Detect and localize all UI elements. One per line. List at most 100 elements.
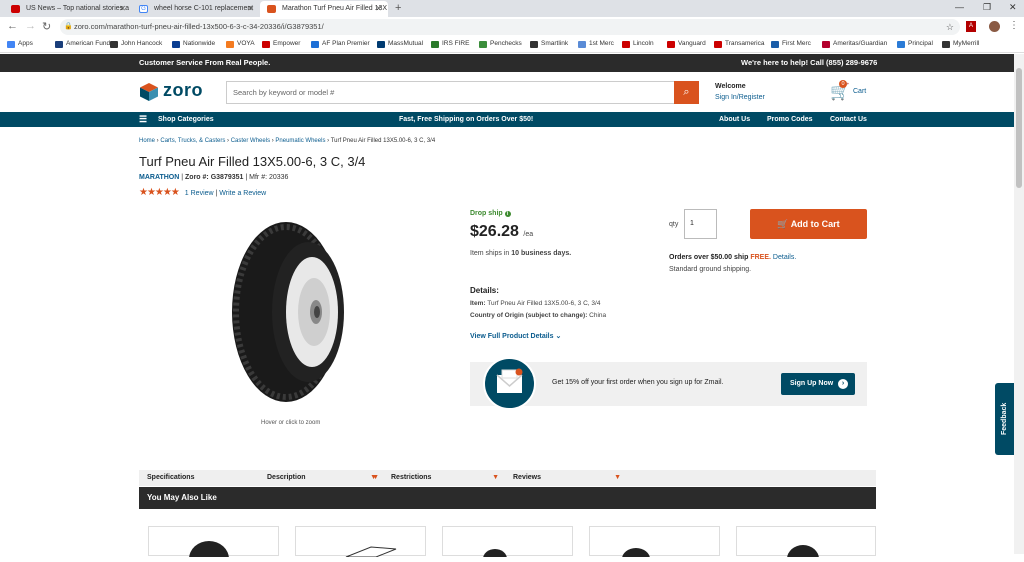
bookmark-favicon-icon [622, 41, 630, 48]
site-topbar: Customer Service From Real People. We're… [0, 54, 1014, 72]
close-tab-icon[interactable]: ✕ [247, 1, 254, 17]
qty-input[interactable]: 1 [684, 209, 717, 239]
details-heading: Details: [470, 286, 499, 295]
bookmark-item[interactable]: VOYA [226, 40, 255, 48]
tab-reviews[interactable]: Reviews ▼ [505, 470, 627, 486]
scrollbar-thumb[interactable] [1016, 68, 1022, 188]
sign-up-label: Sign Up Now [790, 380, 834, 387]
zoro-number-label: Zoro #: [185, 174, 209, 181]
bookmark-item[interactable]: IRS FIRE [431, 40, 469, 48]
back-icon[interactable]: ← [7, 20, 18, 32]
item-label: Item: [470, 300, 486, 307]
shop-categories-button[interactable]: ☰ Shop Categories [139, 112, 229, 127]
topbar-phone-text[interactable]: We're here to help! Call (855) 289-9676 [741, 54, 877, 72]
bookmark-favicon-icon [667, 41, 675, 48]
breadcrumb-carts[interactable]: Carts, Trucks, & Casters [160, 138, 225, 144]
tire-image [232, 222, 344, 402]
breadcrumb-caster-wheels[interactable]: Caster Wheels [231, 138, 270, 144]
product-image[interactable] [220, 210, 368, 415]
also-like-heading: You May Also Like [139, 487, 876, 509]
bookmark-star-icon[interactable]: ☆ [946, 19, 954, 35]
view-details-link[interactable]: View Full Product Details ⌄ [470, 332, 561, 340]
nav-contact-us[interactable]: Contact Us [830, 112, 867, 127]
drop-ship-label: Drop ship i [470, 210, 511, 217]
info-icon[interactable]: i [504, 211, 511, 217]
browser-tab[interactable]: US News – Top national stories a ✕ [4, 1, 132, 17]
address-bar[interactable]: 🔒 zoro.com/marathon-turf-pneu-air-filled… [60, 19, 960, 35]
write-review-link[interactable]: Write a Review [219, 190, 266, 197]
product-card[interactable] [736, 526, 876, 562]
profile-avatar[interactable] [989, 21, 1000, 32]
bookmark-item[interactable]: American Funds [55, 40, 113, 48]
tab-title: wheel horse C-101 replacement [154, 5, 254, 12]
bookmark-item[interactable]: AF Plan Premier [311, 40, 370, 48]
breadcrumb-pneumatic[interactable]: Pneumatic Wheels [275, 138, 325, 144]
page-scrollbar[interactable] [1014, 54, 1024, 554]
breadcrumb-home[interactable]: Home [139, 138, 155, 144]
main-nav: ☰ Shop Categories Fast, Free Shipping on… [0, 112, 1014, 127]
product-card[interactable] [295, 526, 426, 558]
product-card[interactable] [442, 526, 573, 562]
close-tab-icon[interactable]: ✕ [119, 1, 126, 17]
add-to-cart-button[interactable]: 🛒 Add to Cart [750, 209, 867, 239]
maximize-icon[interactable]: ❐ [983, 2, 991, 13]
close-tab-icon[interactable]: ✕ [375, 1, 382, 17]
bookmark-item[interactable]: Penchecks [479, 40, 522, 48]
detail-origin: Country of Origin (subject to change): C… [470, 312, 606, 319]
bookmark-item[interactable]: MassMutual [377, 40, 423, 48]
url-text: zoro.com/marathon-turf-pneu-air-filled-1… [74, 22, 324, 31]
news-favicon-icon [11, 5, 20, 13]
search-button[interactable]: ⌕ [674, 81, 699, 104]
menu-kebab-icon[interactable]: ⋮ [1009, 20, 1019, 31]
product-card[interactable] [148, 526, 279, 562]
chevron-down-icon: ⌄ [555, 333, 562, 340]
close-window-icon[interactable]: ✕ [1009, 2, 1017, 13]
bookmark-item[interactable]: 1st Merc [578, 40, 614, 48]
tab-title: US News – Top national stories a [26, 5, 129, 12]
mfr-number-label: Mfr #: [249, 174, 268, 181]
review-count-link[interactable]: 1 Review [185, 190, 214, 197]
bookmark-item[interactable]: Apps [7, 40, 33, 48]
bookmark-item[interactable]: Transamerica [714, 40, 765, 48]
bookmark-item[interactable]: Ameritas/Guardian [822, 40, 887, 48]
shop-categories-label: Shop Categories [158, 116, 214, 123]
bookmark-item[interactable]: Nationwide [172, 40, 215, 48]
bookmark-item[interactable]: Smartlink [530, 40, 568, 48]
nav-promo-codes[interactable]: Promo Codes [767, 112, 813, 127]
price: $26.28 [470, 223, 519, 240]
bookmark-favicon-icon [714, 41, 722, 48]
search-input[interactable]: Search by keyword or model # [226, 81, 676, 104]
lock-icon: 🔒 [64, 23, 73, 30]
shipping-details-link[interactable]: Details. [773, 254, 796, 261]
bookmark-item[interactable]: MyMerrill [942, 40, 979, 48]
new-tab-icon[interactable]: + [395, 2, 401, 14]
bookmark-item[interactable]: Lincoln [622, 40, 654, 48]
feedback-tab[interactable]: Feedback [995, 383, 1014, 455]
hamburger-icon: ☰ [139, 114, 148, 124]
browser-tabstrip: US News – Top national stories a ✕ G whe… [0, 0, 1024, 17]
bookmark-favicon-icon [110, 41, 118, 48]
product-thumb [345, 546, 397, 558]
nav-about-us[interactable]: About Us [719, 112, 750, 127]
tab-restrictions[interactable]: Restrictions ▼ [383, 470, 505, 486]
bookmark-item[interactable]: Principal [897, 40, 933, 48]
bookmark-item[interactable]: John Hancock [110, 40, 162, 48]
cart-button[interactable]: 🛒 0 Cart [830, 80, 870, 104]
pdf-extension-icon[interactable]: A [966, 21, 976, 32]
tab-title: Marathon Turf Pneu Air Filled 13X [282, 5, 388, 12]
minimize-icon[interactable]: — [955, 2, 964, 12]
browser-tab-active[interactable]: Marathon Turf Pneu Air Filled 13X ✕ [260, 1, 388, 17]
bookmark-item[interactable]: First Merc [771, 40, 811, 48]
sign-up-button[interactable]: Sign Up Now › [781, 373, 855, 395]
sign-in-link[interactable]: Sign In/Register [715, 94, 765, 101]
product-card[interactable] [589, 526, 720, 562]
bookmark-item[interactable]: Empower [262, 40, 300, 48]
free-shipping-banner[interactable]: Fast, Free Shipping on Orders Over $50! [399, 112, 533, 127]
reload-icon[interactable]: ↻ [42, 20, 51, 33]
browser-tab[interactable]: G wheel horse C-101 replacement ✕ [132, 1, 260, 17]
brand-link[interactable]: MARATHON [139, 174, 179, 181]
tab-description[interactable]: Description ▼ [259, 470, 383, 486]
bookmark-favicon-icon [311, 41, 319, 48]
forward-icon[interactable]: → [25, 20, 36, 32]
bookmark-item[interactable]: Vanguard [667, 40, 706, 48]
